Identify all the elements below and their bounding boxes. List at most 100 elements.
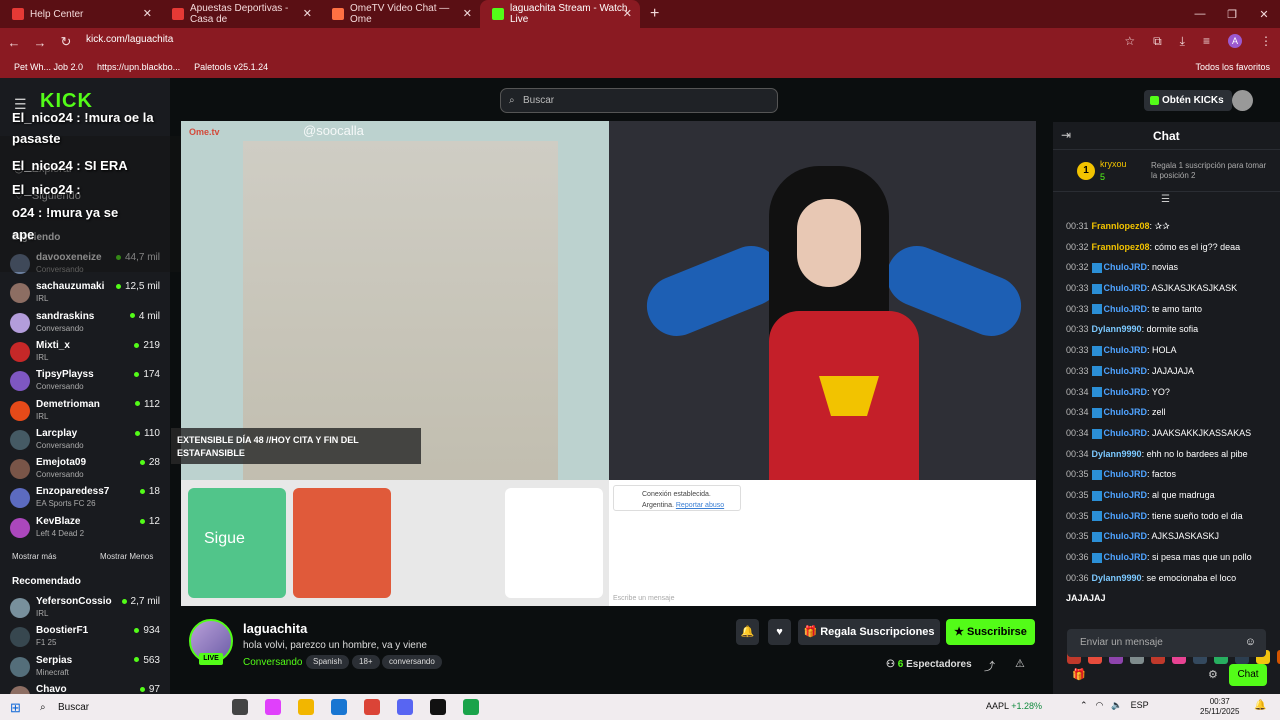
- gift-prompt[interactable]: Regala 1 suscripción para tomar la posic…: [1151, 161, 1271, 181]
- media-icon[interactable]: ≡: [1203, 34, 1210, 49]
- emoji-icon[interactable]: ☺: [1245, 636, 1256, 648]
- following-channel[interactable]: Mixti_x IRL 219: [10, 340, 160, 369]
- taskbar-app-icon[interactable]: [430, 699, 446, 715]
- forward-icon[interactable]: →: [28, 35, 52, 50]
- notification-icon[interactable]: 🔔: [1254, 700, 1266, 711]
- language[interactable]: ESP: [1131, 700, 1149, 711]
- chat-username[interactable]: ChuloJRD: [1104, 304, 1148, 314]
- recommended-channel[interactable]: Chavo 97: [10, 684, 160, 694]
- tab-ometv[interactable]: OmeTV Video Chat — Ome ✕: [320, 0, 480, 28]
- chat-username[interactable]: ChuloJRD: [1104, 511, 1148, 521]
- following-channel[interactable]: Emejota09 Conversando 28: [10, 457, 160, 486]
- filter-icon[interactable]: ☰: [1161, 194, 1170, 205]
- following-channel[interactable]: Larcplay Conversando 110: [10, 428, 160, 457]
- star-icon[interactable]: ☆: [1124, 34, 1135, 49]
- recommended-channel[interactable]: BoostierF1 F1 25 934: [10, 625, 160, 654]
- taskbar-app-icon[interactable]: [397, 699, 413, 715]
- close-icon[interactable]: ✕: [143, 7, 152, 20]
- back-icon[interactable]: ←: [2, 35, 26, 50]
- bookmark-item[interactable]: https://upn.blackbo...: [97, 62, 180, 72]
- download-icon[interactable]: ⤓: [1180, 34, 1185, 49]
- heart-button[interactable]: ♥: [768, 619, 791, 645]
- streamer-name[interactable]: laguachita: [243, 621, 307, 636]
- volume-icon[interactable]: 🔈: [1111, 700, 1122, 711]
- all-bookmarks[interactable]: Todos los favoritos: [1195, 62, 1270, 72]
- reload-icon[interactable]: ↻: [54, 34, 78, 50]
- taskbar-search[interactable]: ⌕ Buscar: [34, 699, 224, 716]
- taskbar-app-icon[interactable]: [463, 699, 479, 715]
- windows-start-icon[interactable]: ⊞: [10, 700, 21, 716]
- chat-username[interactable]: ChuloJRD: [1104, 490, 1148, 500]
- stock-widget[interactable]: AAPL +1.28%: [986, 701, 1042, 711]
- chat-username[interactable]: Frannlopez08: [1092, 221, 1150, 231]
- clock[interactable]: 00:37 25/11/2025: [1200, 697, 1239, 717]
- restore-icon[interactable]: ❐: [1216, 0, 1248, 28]
- send-chat-button[interactable]: Chat: [1229, 664, 1267, 686]
- close-window-icon[interactable]: ✕: [1248, 0, 1280, 28]
- following-channel[interactable]: Enzoparedess7 EA Sports FC 26 18: [10, 486, 160, 515]
- chat-username[interactable]: ChuloJRD: [1104, 345, 1148, 355]
- close-icon[interactable]: ✕: [623, 7, 632, 20]
- chat-username[interactable]: ChuloJRD: [1104, 366, 1148, 376]
- gear-icon[interactable]: ⚙: [1208, 668, 1218, 681]
- collapse-chat-icon[interactable]: ⇥: [1061, 128, 1071, 142]
- stream-tag[interactable]: 18+: [352, 655, 380, 669]
- bookmark-item[interactable]: Paletools v25.1.24: [194, 62, 268, 72]
- bookmark-item[interactable]: Pet Wh... Job 2.0: [14, 62, 83, 72]
- following-channel[interactable]: sandraskins Conversando 4 mil: [10, 311, 160, 340]
- gifter-name[interactable]: kryxou: [1100, 159, 1127, 169]
- chat-username[interactable]: ChuloJRD: [1104, 407, 1148, 417]
- recommended-channel[interactable]: YefersonCossio IRL 2,7 mil: [10, 596, 160, 625]
- recommended-channel[interactable]: Serpias Minecraft 563: [10, 655, 160, 684]
- taskbar-app-icon[interactable]: [298, 699, 314, 715]
- subscribe-button[interactable]: ★ Suscribirse: [946, 619, 1035, 645]
- tab-laguachita[interactable]: laguachita Stream - Watch Live ✕: [480, 0, 640, 28]
- taskbar-app-icon[interactable]: [232, 699, 248, 715]
- tab-help-center[interactable]: Help Center ✕: [0, 0, 160, 28]
- get-kicks-button[interactable]: Obtén KICKs: [1144, 90, 1232, 111]
- chevron-up-icon[interactable]: ⌃: [1080, 700, 1088, 711]
- chat-username[interactable]: ChuloJRD: [1104, 428, 1148, 438]
- chat-username[interactable]: ChuloJRD: [1104, 469, 1148, 479]
- chat-username[interactable]: ChuloJRD: [1104, 531, 1148, 541]
- following-channel[interactable]: KevBlaze Left 4 Dead 2 12: [10, 516, 160, 545]
- chat-username[interactable]: ChuloJRD: [1104, 552, 1148, 562]
- show-less-button[interactable]: Mostrar Menos: [100, 552, 153, 561]
- search-input[interactable]: ⌕ Buscar: [500, 88, 778, 113]
- bell-icon[interactable]: 🔔: [736, 619, 759, 645]
- stream-category[interactable]: Conversando: [243, 657, 302, 668]
- close-icon[interactable]: ✕: [303, 7, 312, 20]
- gift-subs-button[interactable]: 🎁 Regala Suscripciones: [798, 619, 940, 645]
- stream-tag[interactable]: conversando: [382, 655, 442, 669]
- taskbar-app-icon[interactable]: [364, 699, 380, 715]
- taskbar-app-icon[interactable]: [265, 699, 281, 715]
- chat-username[interactable]: Frannlopez08: [1092, 242, 1150, 252]
- stream-tag[interactable]: Spanish: [306, 655, 349, 669]
- menu-icon[interactable]: ⋮: [1260, 34, 1272, 49]
- wifi-icon[interactable]: ◠: [1096, 700, 1104, 711]
- chat-username[interactable]: ChuloJRD: [1104, 283, 1148, 293]
- close-icon[interactable]: ✕: [463, 7, 472, 20]
- new-tab-button[interactable]: +: [650, 5, 659, 23]
- following-channel[interactable]: TipsyPlayss Conversando 174: [10, 369, 160, 398]
- chat-username[interactable]: Dylann9990: [1092, 449, 1142, 459]
- taskbar-app-icon[interactable]: [331, 699, 347, 715]
- chat-username[interactable]: ChuloJRD: [1104, 387, 1148, 397]
- extensions-icon[interactable]: ⧉: [1153, 34, 1162, 49]
- url-field[interactable]: kick.com/laguachita: [86, 34, 173, 45]
- chat-username[interactable]: ChuloJRD: [1104, 262, 1148, 272]
- chat-username[interactable]: Dylann9990: [1092, 573, 1142, 583]
- profile-avatar[interactable]: A: [1228, 34, 1242, 48]
- following-channel[interactable]: sachauzumaki IRL 12,5 mil: [10, 281, 160, 310]
- following-channel[interactable]: Demetrioman IRL 112: [10, 399, 160, 428]
- share-icon[interactable]: ⤴: [984, 658, 995, 674]
- report-icon[interactable]: ⚠: [1015, 657, 1025, 670]
- chat-username[interactable]: Dylann9990: [1092, 324, 1142, 334]
- chat-input[interactable]: Enviar un mensaje ☺: [1067, 629, 1266, 657]
- tab-apuestas[interactable]: Apuestas Deportivas - Casa de ✕: [160, 0, 320, 28]
- video-player[interactable]: Ome.tv @soocalla Sigue ✋ Conexión establ…: [181, 121, 1036, 606]
- show-more-button[interactable]: Mostrar más: [12, 552, 56, 561]
- user-avatar[interactable]: [1232, 90, 1253, 111]
- gift-icon[interactable]: 🎁: [1072, 668, 1086, 681]
- minimize-icon[interactable]: —: [1184, 0, 1216, 28]
